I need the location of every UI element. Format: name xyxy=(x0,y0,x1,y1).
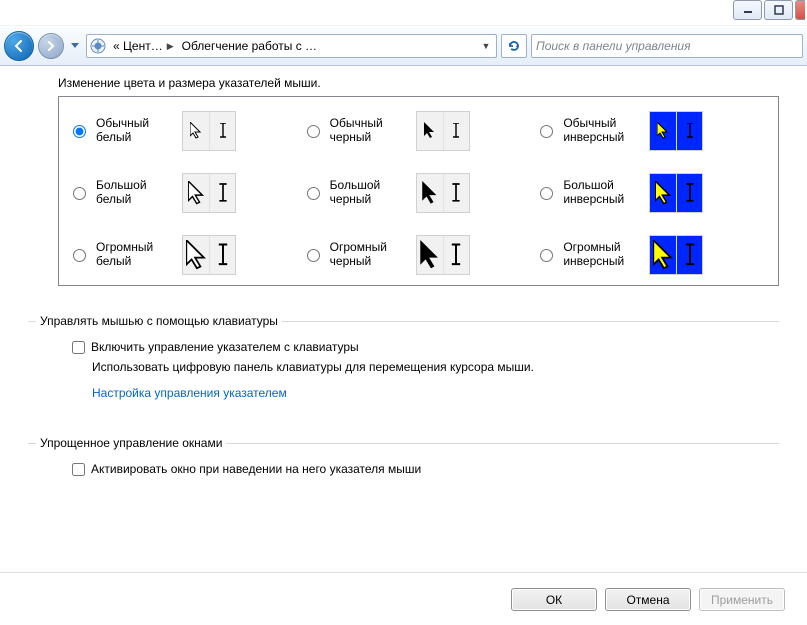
refresh-button[interactable] xyxy=(501,34,527,58)
control-panel-icon xyxy=(87,35,109,57)
address-bar[interactable]: « Цент… ▶ Облегчение работы с … ▼ xyxy=(86,34,497,58)
ok-button[interactable]: ОК xyxy=(511,588,597,611)
radio-xl-white[interactable] xyxy=(73,249,86,262)
navigation-bar: « Цент… ▶ Облегчение работы с … ▼ Поиск … xyxy=(0,26,807,66)
search-placeholder: Поиск в панели управления xyxy=(536,39,691,53)
content-area: Изменение цвета и размера указателей мыш… xyxy=(0,66,807,490)
cursor-preview xyxy=(416,173,470,213)
cursor-preview xyxy=(416,235,470,275)
activate-on-hover-checkbox[interactable] xyxy=(72,463,85,476)
radio-xl-black[interactable] xyxy=(307,249,320,262)
crumb-current-label: Облегчение работы с … xyxy=(182,39,317,53)
cursor-preview xyxy=(416,111,470,151)
radio-xl-inverse[interactable] xyxy=(540,249,553,262)
cursor-option-normal-white[interactable]: Обычный белый xyxy=(73,111,297,151)
cursor-option-large-inverse[interactable]: Большой инверсный xyxy=(540,173,764,213)
title-bar xyxy=(0,0,807,26)
forward-button[interactable] xyxy=(38,33,64,59)
cursor-preview xyxy=(649,111,703,151)
enable-mousekeys-checkbox[interactable] xyxy=(72,341,85,354)
back-button[interactable] xyxy=(4,31,34,61)
nav-history-dropdown[interactable] xyxy=(68,38,82,54)
option-label: Огромный черный xyxy=(330,241,408,269)
cursor-option-xl-inverse[interactable]: Огромный инверсный xyxy=(540,235,764,275)
mousekeys-settings-link[interactable]: Настройка управления указателем xyxy=(92,386,779,400)
cursor-option-large-white[interactable]: Большой белый xyxy=(73,173,297,213)
button-separator xyxy=(0,572,807,573)
window-controls xyxy=(733,0,807,20)
keyboard-mouse-fieldset: Управлять мышью с помощью клавиатуры Вкл… xyxy=(28,314,779,408)
mousekeys-description: Использовать цифровую панель клавиатуры … xyxy=(92,360,779,374)
cursor-option-xl-white[interactable]: Огромный белый xyxy=(73,235,297,275)
radio-normal-white[interactable] xyxy=(73,125,86,138)
option-label: Обычный инверсный xyxy=(563,117,641,145)
crumb-root-prefix: « xyxy=(113,39,120,53)
chevron-right-icon: ▶ xyxy=(167,41,174,52)
breadcrumb-current[interactable]: Облегчение работы с … xyxy=(178,35,321,57)
cursor-preview xyxy=(649,173,703,213)
cursor-preview xyxy=(182,235,236,275)
close-button[interactable] xyxy=(795,0,805,20)
cursor-preview xyxy=(649,235,703,275)
option-label: Огромный белый xyxy=(96,241,174,269)
option-label: Большой белый xyxy=(96,179,174,207)
keyboard-mouse-legend: Управлять мышью с помощью клавиатуры xyxy=(36,314,282,328)
windows-mgmt-legend: Упрощенное управление окнами xyxy=(36,436,226,450)
cursor-option-normal-inverse[interactable]: Обычный инверсный xyxy=(540,111,764,151)
radio-normal-black[interactable] xyxy=(307,125,320,138)
crumb-root-label: Цент… xyxy=(123,39,163,53)
cursor-options-panel: Обычный белый Обычный черный Обычный xyxy=(58,96,779,286)
cursor-option-xl-black[interactable]: Огромный черный xyxy=(307,235,531,275)
maximize-button[interactable] xyxy=(764,0,793,20)
option-label: Большой инверсный xyxy=(563,179,641,207)
radio-large-white[interactable] xyxy=(73,187,86,200)
option-label: Огромный инверсный xyxy=(563,241,641,269)
breadcrumb-root[interactable]: « Цент… ▶ xyxy=(109,35,178,57)
option-label: Обычный черный xyxy=(330,117,408,145)
dialog-buttons: ОК Отмена Применить xyxy=(511,588,785,611)
cursor-option-normal-black[interactable]: Обычный черный xyxy=(307,111,531,151)
activate-on-hover-label: Активировать окно при наведении на него … xyxy=(91,462,421,476)
windows-mgmt-fieldset: Упрощенное управление окнами Активироват… xyxy=(28,436,779,490)
radio-large-inverse[interactable] xyxy=(540,187,553,200)
option-label: Большой черный xyxy=(330,179,408,207)
radio-large-black[interactable] xyxy=(307,187,320,200)
search-input[interactable]: Поиск в панели управления xyxy=(531,34,803,58)
radio-normal-inverse[interactable] xyxy=(540,125,553,138)
enable-mousekeys-label: Включить управление указателем с клавиат… xyxy=(91,340,359,354)
minimize-button[interactable] xyxy=(733,0,762,20)
cursor-preview xyxy=(182,111,236,151)
cursor-preview xyxy=(182,173,236,213)
cursor-option-large-black[interactable]: Большой черный xyxy=(307,173,531,213)
apply-button[interactable]: Применить xyxy=(699,588,785,611)
cancel-button[interactable]: Отмена xyxy=(605,588,691,611)
section-heading: Изменение цвета и размера указателей мыш… xyxy=(58,76,779,90)
address-dropdown[interactable]: ▼ xyxy=(476,41,496,51)
option-label: Обычный белый xyxy=(96,117,174,145)
